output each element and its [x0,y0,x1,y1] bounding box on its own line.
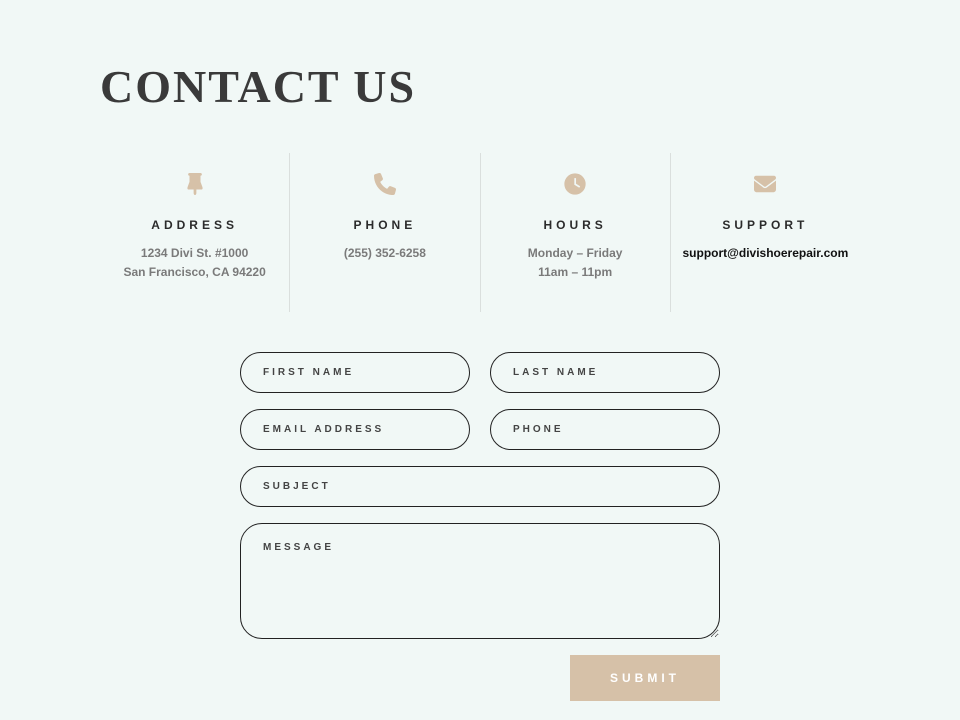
map-pin-icon [184,173,206,195]
address-block: ADDRESS 1234 Divi St. #1000 San Francisc… [100,153,289,312]
support-heading: SUPPORT [681,218,850,232]
address-heading: ADDRESS [110,218,279,232]
clock-icon [564,173,586,195]
phone-icon [374,173,396,195]
hours-line1: Monday – Friday [491,244,660,263]
hours-heading: HOURS [491,218,660,232]
phone-value: (255) 352-6258 [300,244,469,263]
address-line1: 1234 Divi St. #1000 [110,244,279,263]
phone-input[interactable] [490,409,720,450]
hours-block: HOURS Monday – Friday 11am – 11pm [480,153,670,312]
subject-input[interactable] [240,466,720,507]
envelope-icon [754,173,776,195]
email-input[interactable] [240,409,470,450]
last-name-input[interactable] [490,352,720,393]
contact-info-row: ADDRESS 1234 Divi St. #1000 San Francisc… [100,153,860,312]
address-line2: San Francisco, CA 94220 [110,263,279,282]
page-title: CONTACT US [100,60,860,113]
message-input[interactable] [240,523,720,639]
support-email-link[interactable]: support@divishoerepair.com [683,246,849,260]
support-block: SUPPORT support@divishoerepair.com [670,153,860,312]
contact-form: SUBMIT [240,352,720,701]
phone-block: PHONE (255) 352-6258 [289,153,479,312]
hours-line2: 11am – 11pm [491,263,660,282]
first-name-input[interactable] [240,352,470,393]
phone-heading: PHONE [300,218,469,232]
submit-button[interactable]: SUBMIT [570,655,720,701]
